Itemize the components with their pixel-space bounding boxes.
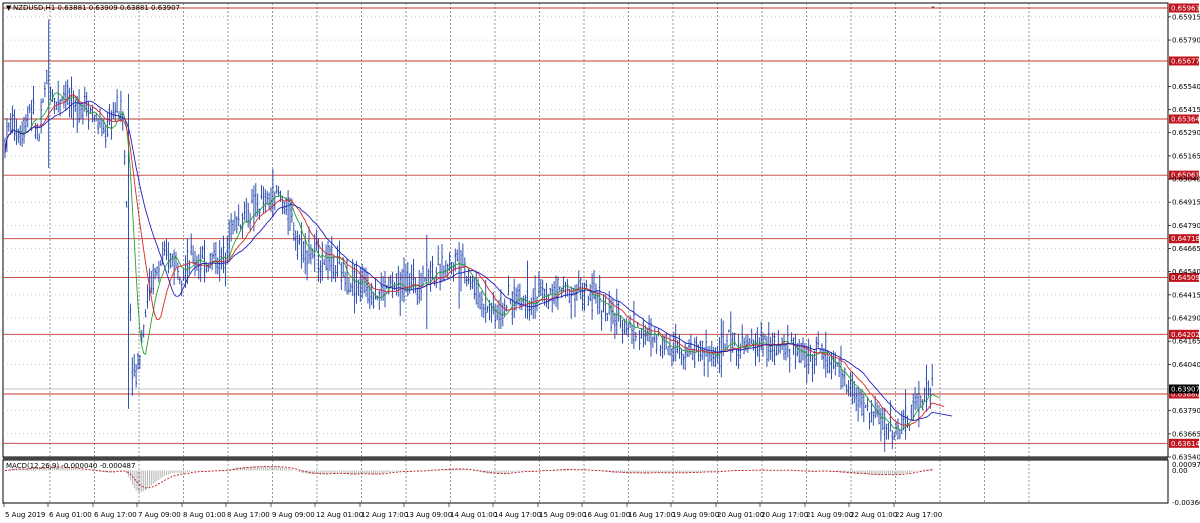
y-tick-label: 0.64540 (1172, 268, 1200, 276)
y-tick-label: 0.64290 (1172, 315, 1200, 323)
y-tick-label: 0.64665 (1172, 245, 1200, 253)
x-tick-label: 22 Aug 17:00 (895, 511, 942, 519)
y-tick-label: 0.65790 (1172, 37, 1200, 45)
price-chart[interactable]: 0.659630.656770.653640.650610.647180.645… (0, 0, 1200, 523)
x-tick-label: 13 Aug 09:00 (405, 511, 452, 519)
macd-axis-label: 0.00 (1172, 467, 1188, 475)
x-tick-label: 12 Aug 17:00 (361, 511, 408, 519)
y-tick-label: 0.63540 (1172, 454, 1200, 462)
x-tick-label: 9 Aug 09:00 (272, 511, 315, 519)
y-tick-label: 0.65290 (1172, 129, 1200, 137)
price-level-label: 0.65677 (1171, 58, 1200, 66)
x-tick-label: 8 Aug 17:00 (227, 511, 270, 519)
price-level-label: 0.63614 (1171, 440, 1200, 448)
y-tick-label: 0.63790 (1172, 407, 1200, 415)
price-level-label: 0.64718 (1171, 235, 1200, 243)
mt4-chart-window: 0.65963 0.65677 0.65364 0.65061 0.64718 0.645… (0, 0, 1200, 523)
chart-menu-icon[interactable]: ▼ (6, 4, 12, 12)
x-tick-label: 19 Aug 09:00 (672, 511, 719, 519)
scroll-marker-icon[interactable]: ⌄ (930, 2, 936, 10)
y-tick-label: 0.64040 (1172, 361, 1200, 369)
y-tick-label: 0.65040 (1172, 176, 1200, 184)
symbol-header: NZDUSD,H1 0.63881 0.63909 0.63881 0.6390… (13, 4, 180, 12)
x-tick-label: 21 Aug 09:00 (806, 511, 853, 519)
current-price-label: 0.63907 (1171, 385, 1200, 393)
y-tick-label: 0.65165 (1172, 152, 1200, 160)
x-tick-label: 16 Aug 17:00 (628, 511, 675, 519)
macd-label: MACD(12,26,9) -0.000040 -0.000487 (6, 462, 135, 470)
price-level-label: 0.65963 (1171, 5, 1200, 13)
x-tick-label: 22 Aug 01:00 (850, 511, 897, 519)
y-tick-label: 0.64415 (1172, 291, 1200, 299)
y-tick-label: 0.64165 (1172, 338, 1200, 346)
x-tick-label: 8 Aug 01:00 (183, 511, 226, 519)
y-tick-label: 0.65415 (1172, 106, 1200, 114)
x-tick-label: 6 Aug 17:00 (94, 511, 137, 519)
x-tick-label: 20 Aug 01:00 (717, 511, 764, 519)
y-tick-label: 0.65540 (1172, 83, 1200, 91)
x-tick-label: 15 Aug 09:00 (539, 511, 586, 519)
x-tick-label: 5 Aug 2019 (5, 511, 45, 519)
macd-axis-label: -0.003603 (1172, 499, 1200, 507)
y-tick-label: 0.65915 (1172, 13, 1200, 21)
x-tick-label: 20 Aug 17:00 (761, 511, 808, 519)
macd-plot-frame (2, 459, 1169, 504)
x-tick-label: 16 Aug 01:00 (583, 511, 630, 519)
time-axis[interactable]: 5 Aug 2019 6 Aug 01:00 6 Aug 17:00 7 Aug 09… (3, 503, 942, 519)
x-tick-label: 14 Aug 17:00 (494, 511, 541, 519)
y-tick-label: 0.64790 (1172, 222, 1200, 230)
y-tick-label: 0.64915 (1172, 199, 1200, 207)
price-level-label: 0.65364 (1171, 116, 1200, 124)
x-tick-label: 12 Aug 01:00 (316, 511, 363, 519)
x-tick-label: 14 Aug 01:00 (450, 511, 497, 519)
x-tick-label: 6 Aug 01:00 (49, 511, 92, 519)
x-tick-label: 7 Aug 09:00 (138, 511, 181, 519)
y-tick-label: 0.63665 (1172, 430, 1200, 438)
